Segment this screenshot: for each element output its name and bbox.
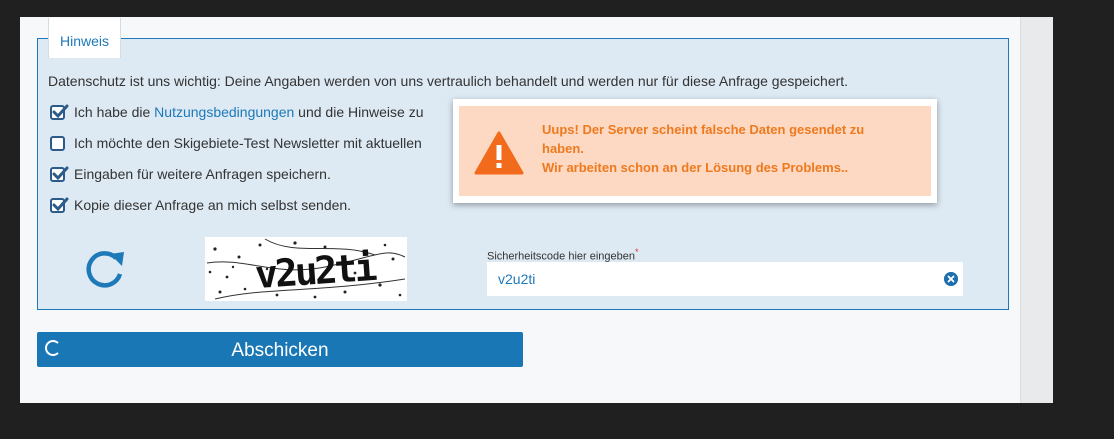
alert-line-2: Wir arbeiten schon an der Lösung des Pro… — [542, 160, 849, 175]
refresh-icon[interactable] — [80, 246, 128, 294]
submit-label: Abschicken — [231, 340, 329, 361]
clear-icon[interactable] — [944, 272, 958, 286]
security-code-input[interactable] — [487, 262, 963, 296]
terms-label: Ich habe die Nutzungsbedingungen und die… — [74, 104, 423, 120]
newsletter-label: Ich möchte den Skigebiete-Test Newslette… — [74, 135, 422, 151]
captcha-text: v2u2ti — [253, 244, 376, 298]
required-mark: * — [635, 247, 639, 257]
security-code-label-text: Sicherheitscode hier eingeben — [487, 250, 635, 263]
privacy-text: Datenschutz ist uns wichtig: Deine Angab… — [48, 73, 849, 89]
alert-line-1: Uups! Der Server scheint falsche Daten g… — [542, 122, 865, 156]
copy-to-self-checkbox[interactable] — [50, 197, 69, 213]
copy-to-self-label: Kopie dieser Anfrage an mich selbst send… — [74, 197, 352, 213]
security-code-label: Sicherheitscode hier eingeben* — [487, 247, 639, 263]
warning-icon — [474, 131, 524, 175]
fieldset-legend: Hinweis — [48, 18, 122, 58]
alert-message: Uups! Der Server scheint falsche Daten g… — [542, 120, 902, 177]
terms-label-post: und die Hinweise zu — [294, 104, 424, 120]
save-inputs-checkbox[interactable] — [50, 166, 69, 182]
terms-checkbox[interactable] — [50, 104, 69, 120]
alert-box: Uups! Der Server scheint falsche Daten g… — [459, 106, 931, 196]
checkmark-icon — [52, 166, 69, 181]
terms-label-pre: Ich habe die — [74, 104, 155, 120]
scrollbar-track[interactable] — [1020, 17, 1053, 403]
terms-link[interactable]: Nutzungsbedingungen — [154, 104, 294, 120]
save-inputs-label: Eingaben für weitere Anfragen speichern. — [74, 166, 331, 182]
submit-button[interactable]: Abschicken — [37, 332, 523, 367]
newsletter-checkbox[interactable] — [50, 136, 65, 151]
checkmark-icon — [52, 197, 69, 212]
checkmark-icon — [52, 104, 69, 119]
captcha-image: v2u2ti — [205, 237, 407, 301]
